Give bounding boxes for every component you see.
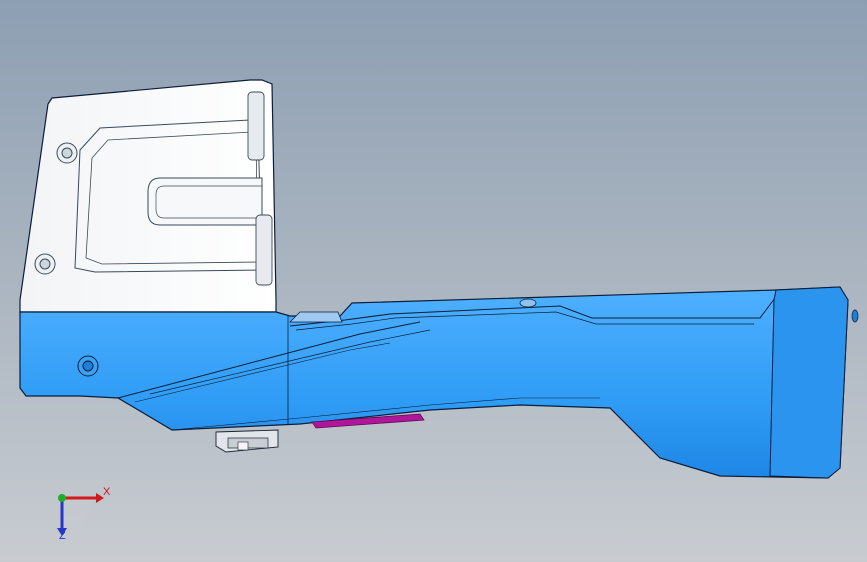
orientation-triad: X Z	[40, 478, 120, 548]
top-tab	[289, 311, 343, 323]
bottom-connector	[215, 429, 279, 453]
main-body	[19, 286, 849, 479]
screw-boss-bottom	[34, 253, 56, 275]
front-cap-hole	[851, 309, 859, 323]
front-cap	[769, 286, 849, 479]
top-small-hole	[519, 298, 537, 308]
triad-quadrant	[62, 498, 94, 530]
triad-y-axis	[58, 494, 66, 502]
screw-boss-top	[56, 142, 78, 164]
block-notch-top	[247, 91, 265, 161]
triad-z-label: Z	[59, 530, 66, 542]
cad-part-model[interactable]	[0, 0, 867, 562]
screw-boss-body	[77, 355, 99, 377]
graphics-viewport[interactable]: X Z	[0, 0, 867, 562]
block-notch-bottom	[255, 214, 273, 286]
triad-x-label: X	[103, 486, 111, 498]
